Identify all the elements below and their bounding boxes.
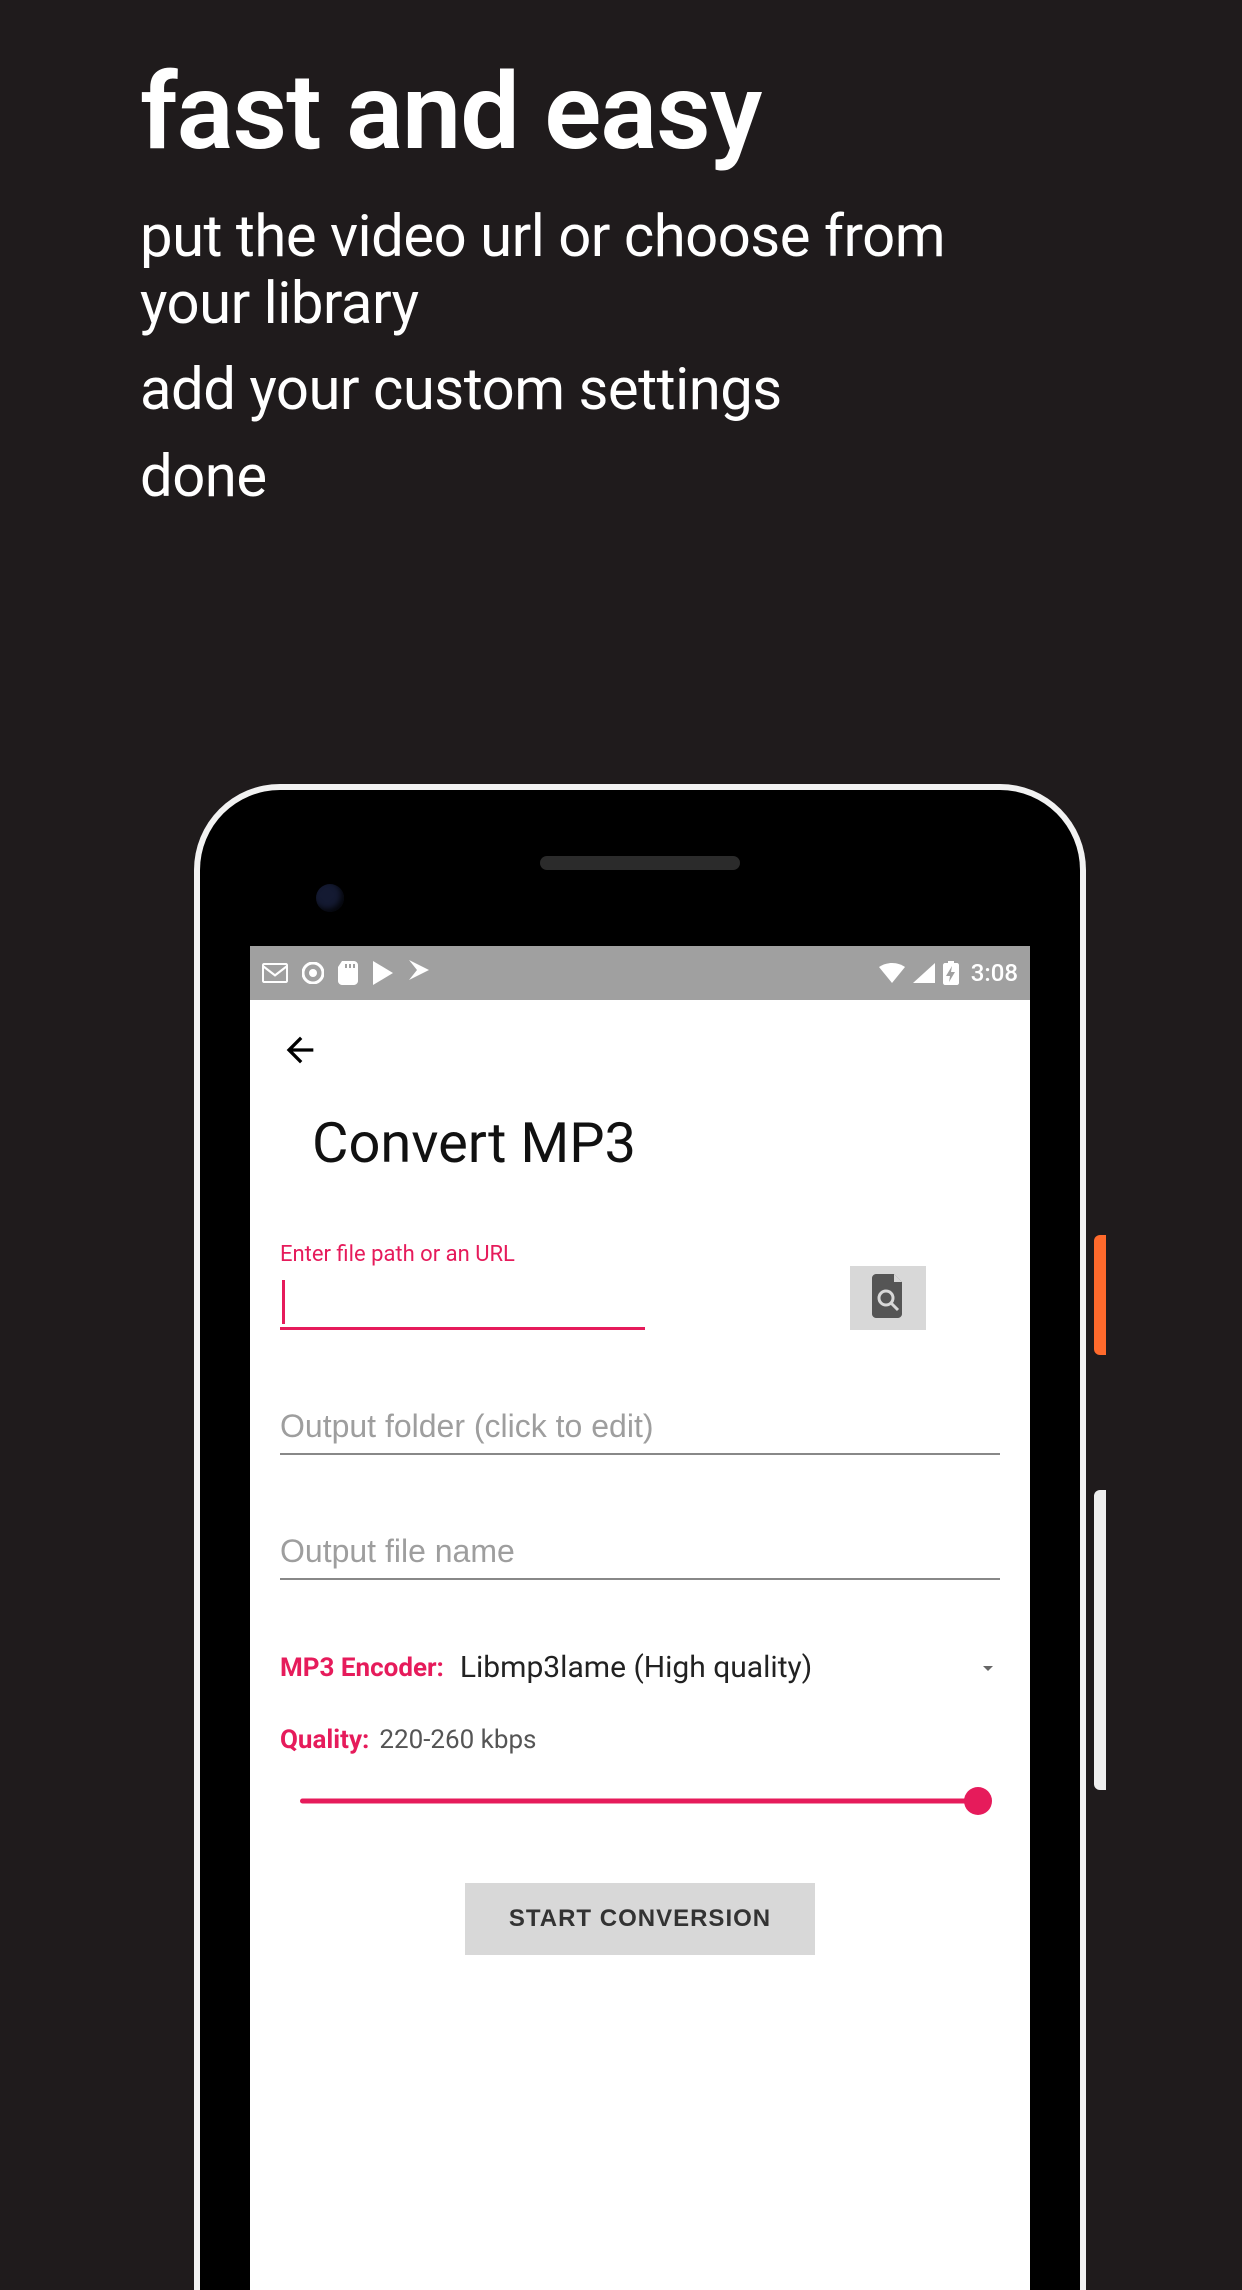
gmail-icon — [262, 963, 288, 983]
page-search-icon — [870, 1274, 906, 1322]
slider-thumb[interactable] — [964, 1787, 992, 1815]
page-title: Convert MP3 — [312, 1110, 1000, 1176]
slider-track — [300, 1799, 980, 1804]
phone-speaker — [540, 856, 740, 870]
quality-row: Quality: 220-260 kbps — [280, 1725, 1000, 1755]
quality-label: Quality: — [280, 1725, 369, 1755]
hero-title: fast and easy — [140, 50, 1040, 174]
phone-volume-button — [1094, 1490, 1106, 1790]
browse-file-button[interactable] — [850, 1266, 926, 1330]
status-bar: 3:08 — [250, 946, 1030, 1000]
encoder-value: Libmp3lame (High quality) — [460, 1650, 976, 1685]
phone-frame: 3:08 Convert MP3 Enter file path or an U… — [200, 790, 1080, 2290]
quality-value: 220-260 kbps — [379, 1725, 536, 1755]
output-folder-input[interactable] — [280, 1400, 1000, 1455]
quality-slider[interactable] — [300, 1789, 980, 1813]
sd-card-icon — [338, 961, 358, 985]
phone-camera — [316, 884, 344, 912]
phone-screen: 3:08 Convert MP3 Enter file path or an U… — [250, 946, 1030, 2290]
chevron-down-icon — [976, 1656, 1000, 1680]
status-time: 3:08 — [971, 959, 1018, 987]
hero-line-2: add your custom settings — [140, 357, 1040, 424]
battery-charging-icon — [943, 961, 959, 985]
play-store-icon — [372, 961, 394, 985]
wifi-icon — [879, 963, 905, 983]
phone-power-button — [1094, 1235, 1106, 1355]
app-content: Convert MP3 Enter file path or an URL — [250, 1000, 1030, 1955]
cell-signal-icon — [913, 963, 935, 983]
text-caret — [282, 1280, 285, 1324]
encoder-label: MP3 Encoder: — [280, 1653, 444, 1683]
url-input[interactable] — [280, 1276, 645, 1330]
output-filename-input[interactable] — [280, 1525, 1000, 1580]
hero-line-1: put the video url or choose from your li… — [140, 204, 1040, 337]
encoder-select[interactable]: MP3 Encoder: Libmp3lame (High quality) — [280, 1650, 1000, 1685]
circle-icon — [302, 962, 324, 984]
hero-line-3: done — [140, 444, 1040, 511]
hero: fast and easy put the video url or choos… — [140, 50, 1040, 511]
play-protect-icon — [408, 960, 430, 986]
back-arrow-icon[interactable] — [280, 1030, 320, 1070]
url-input-label: Enter file path or an URL — [280, 1242, 515, 1267]
phone-bezel: 3:08 Convert MP3 Enter file path or an U… — [224, 814, 1056, 2290]
start-conversion-button[interactable]: START CONVERSION — [465, 1883, 815, 1955]
